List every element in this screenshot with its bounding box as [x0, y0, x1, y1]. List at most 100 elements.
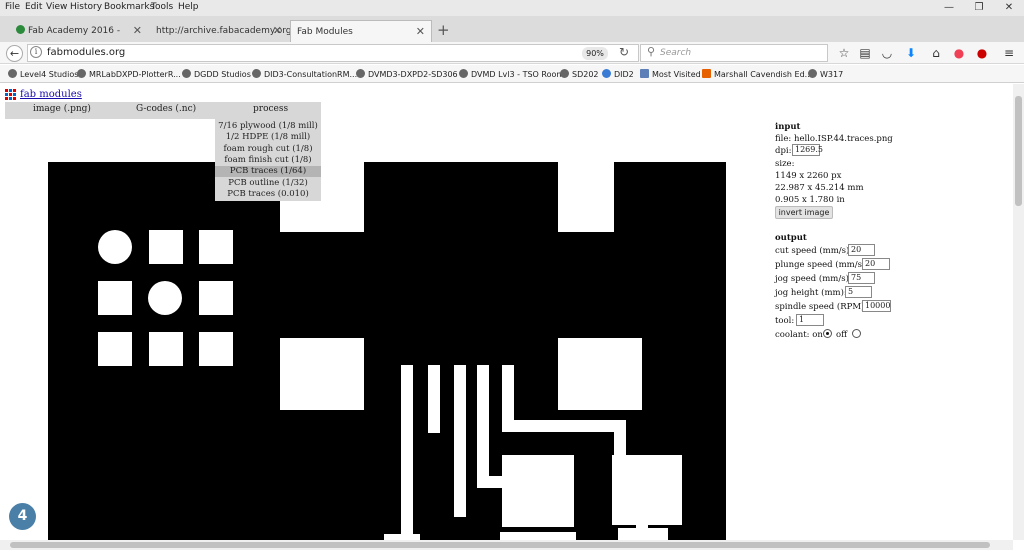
close-tab-icon[interactable]: ✕ — [273, 20, 282, 42]
globe-icon — [808, 69, 817, 78]
process-option[interactable]: 7/16 plywood (1/8 mill) — [215, 121, 321, 132]
app-title-link[interactable]: fab modules — [20, 89, 82, 100]
size-mm: 22.987 x 45.214 mm — [775, 183, 864, 193]
cut-speed-field[interactable]: 20 — [848, 244, 875, 256]
bookmark-item[interactable]: MRLabDXPD-PlotterR... — [77, 69, 181, 79]
menu-file[interactable]: File — [5, 2, 20, 12]
bookmark-item[interactable]: Marshall Cavendish Ed... — [702, 69, 812, 79]
reload-icon[interactable]: ↻ — [619, 45, 629, 59]
bookmark-label: DVMD3-DXPD2-SD306 — [368, 70, 458, 79]
menu-tools[interactable]: Tools — [151, 2, 173, 12]
hamburger-menu-icon[interactable]: ≡ — [1000, 45, 1018, 61]
bookmark-label: Most Visited — [652, 70, 701, 79]
download-icon[interactable]: ⬇ — [902, 45, 920, 61]
tool-field[interactable]: 1 — [796, 314, 824, 326]
input-file: file: hello.ISP.44.traces.png — [775, 134, 893, 144]
addon-icon[interactable]: ● — [973, 45, 991, 61]
menu-edit[interactable]: Edit — [25, 2, 42, 12]
process-option-selected[interactable]: PCB traces (1/64) — [215, 166, 321, 177]
pocket-icon[interactable]: ◡ — [878, 45, 896, 61]
dpi-field[interactable]: 1269.5 — [792, 144, 823, 156]
mc-icon — [702, 69, 711, 78]
spindle-speed-label: spindle speed (RPM): — [775, 302, 868, 312]
menu-bookmarks[interactable]: Bookmarks — [104, 2, 154, 12]
bookmark-label: SD202 — [572, 70, 599, 79]
jog-speed-field[interactable]: 75 — [848, 272, 875, 284]
bookmark-label: Marshall Cavendish Ed... — [714, 70, 813, 79]
size-label: size: — [775, 159, 795, 169]
jog-speed-label: jog speed (mm/s): — [775, 274, 852, 284]
tab-fab-modules[interactable]: Fab Modules ✕ — [290, 20, 432, 42]
plunge-speed-field[interactable]: 20 — [862, 258, 890, 270]
process-option[interactable]: foam rough cut (1/8) — [215, 144, 321, 155]
image-png-menu[interactable]: image (.png) — [33, 104, 91, 114]
info-icon[interactable]: i — [30, 46, 42, 58]
gcodes-menu[interactable]: G-codes (.nc) — [136, 104, 196, 114]
clipboard-icon[interactable]: ▤ — [856, 45, 874, 61]
bookmark-item[interactable]: Most Visited — [640, 69, 701, 79]
menu-help[interactable]: Help — [178, 2, 199, 12]
spindle-speed-field[interactable]: 10000 — [862, 300, 891, 312]
zoom-level[interactable]: 90% — [582, 47, 608, 60]
menu-history[interactable]: History — [70, 2, 102, 12]
bookmark-item[interactable]: DID3-ConsultationRM... — [252, 69, 357, 79]
close-tab-icon[interactable]: ✕ — [416, 21, 425, 43]
process-option[interactable]: 1/2 HDPE (1/8 mill) — [215, 132, 321, 143]
cut-speed-label: cut speed (mm/s): — [775, 246, 853, 256]
bookmark-label: Level4 Studios — [20, 70, 79, 79]
back-button[interactable]: ← — [6, 45, 23, 62]
new-tab-button[interactable]: + — [437, 20, 450, 40]
globe-icon — [182, 69, 191, 78]
vertical-scroll-thumb[interactable] — [1015, 96, 1022, 206]
globe-icon — [8, 69, 17, 78]
tab-label: Fab Modules — [297, 27, 353, 37]
bookmark-item[interactable]: DGDD Studios — [182, 69, 251, 79]
globe-icon — [252, 69, 261, 78]
globe-icon — [560, 69, 569, 78]
window-controls: — ❐ ✕ — [934, 0, 1024, 16]
pcb-traces-image — [48, 162, 726, 550]
tool-label: tool: — [775, 316, 795, 326]
dpi-label: dpi: — [775, 146, 792, 156]
restore-button[interactable]: ❐ — [964, 0, 994, 16]
process-option[interactable]: foam finish cut (1/8) — [215, 155, 321, 166]
bookmark-item[interactable]: DID2 — [602, 69, 634, 79]
process-option[interactable]: PCB traces (0.010) — [215, 189, 321, 200]
bookmark-item[interactable]: W317 — [808, 69, 843, 79]
coolant-label: coolant: on — [775, 330, 823, 340]
coolant-off-radio[interactable] — [852, 329, 861, 338]
close-tab-icon[interactable]: ✕ — [133, 20, 142, 42]
input-heading: input — [775, 122, 801, 132]
bookmark-star-icon[interactable]: ☆ — [835, 45, 853, 61]
home-icon[interactable]: ⌂ — [927, 45, 945, 61]
invert-image-button[interactable]: invert image — [775, 206, 833, 219]
size-in: 0.905 x 1.780 in — [775, 195, 845, 205]
horizontal-scroll-thumb[interactable] — [10, 542, 990, 548]
close-window-button[interactable]: ✕ — [994, 0, 1024, 16]
bookmark-label: W317 — [820, 70, 844, 79]
opera-icon[interactable]: ● — [950, 45, 968, 61]
coolant-on-radio[interactable] — [823, 329, 832, 338]
bookmark-label: MRLabDXPD-PlotterR... — [89, 70, 181, 79]
step-number-badge: 4 — [9, 503, 36, 530]
bookmark-item[interactable]: SD202 — [560, 69, 599, 79]
output-heading: output — [775, 233, 807, 243]
bookmark-item[interactable]: Level4 Studios — [8, 69, 78, 79]
menu-view[interactable]: View — [46, 2, 67, 12]
bookmark-label: DGDD Studios — [194, 70, 251, 79]
tab-archive[interactable]: http://archive.fabacademy.org... ✕ — [150, 20, 300, 42]
bookmark-item[interactable]: DVMD Lvl3 - TSO Room — [459, 69, 564, 79]
process-menu[interactable]: process — [253, 104, 288, 114]
jog-height-field[interactable]: 5 — [845, 286, 872, 298]
process-option[interactable]: PCB outline (1/32) — [215, 178, 321, 189]
globe-icon — [77, 69, 86, 78]
globe-icon — [602, 69, 611, 78]
url-text[interactable]: fabmodules.org — [47, 47, 125, 58]
search-placeholder[interactable]: Search — [660, 48, 691, 58]
folder-icon — [640, 69, 649, 78]
minimize-button[interactable]: — — [934, 0, 964, 16]
bookmark-item[interactable]: DVMD3-DXPD2-SD306 — [356, 69, 458, 79]
fab-logo-icon — [5, 89, 17, 101]
tab-fab-academy[interactable]: Fab Academy 2016 - Stev... ✕ — [10, 20, 148, 58]
coolant-off-label: off — [836, 330, 848, 340]
